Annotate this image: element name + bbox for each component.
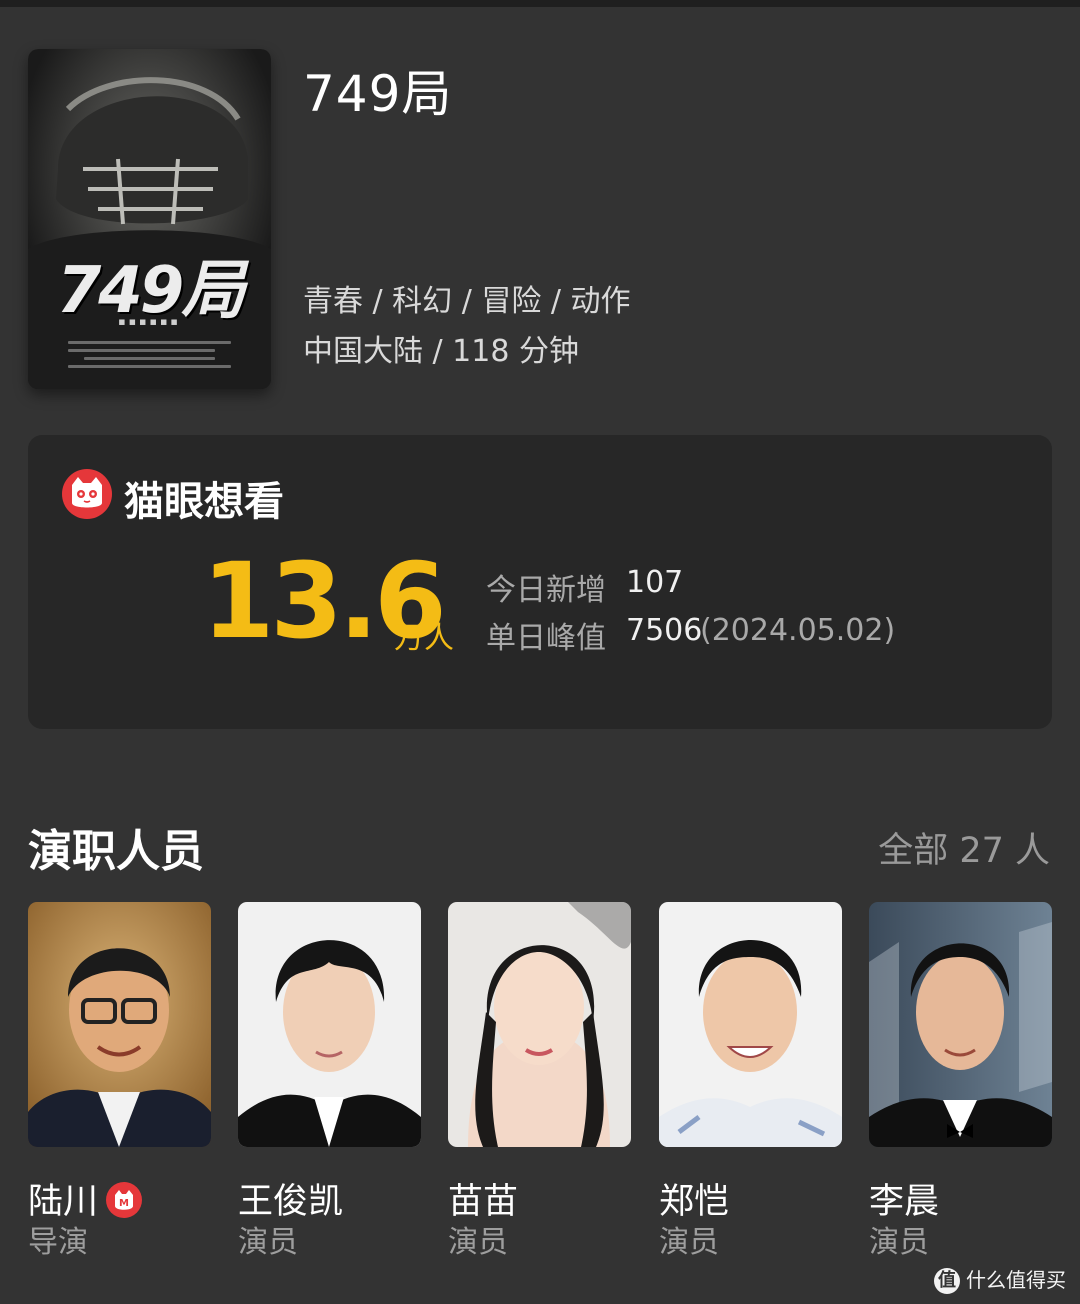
cast-role: 导演 — [28, 1225, 88, 1260]
cast-role: 演员 — [448, 1225, 508, 1260]
watermark-logo-icon: 值 — [934, 1268, 960, 1294]
cast-photo[interactable] — [28, 902, 211, 1147]
cast-photo[interactable] — [659, 902, 842, 1147]
cast-photo[interactable] — [238, 902, 421, 1147]
movie-title: 749局 — [303, 65, 453, 123]
cast-card[interactable]: 陆川 M 导演 — [28, 902, 211, 1261]
daily-peak-label: 单日峰值 — [486, 621, 606, 656]
cast-role: 演员 — [659, 1225, 719, 1260]
cast-name: 王俊凯 — [238, 1182, 344, 1222]
cast-role: 演员 — [869, 1225, 929, 1260]
cast-card[interactable]: 王俊凯 演员 — [238, 902, 421, 1261]
cast-photo[interactable] — [448, 902, 631, 1147]
cast-card[interactable]: 苗苗 演员 — [448, 902, 631, 1261]
cast-name: 郑恺 — [659, 1182, 730, 1222]
daily-peak-value: 7506 — [626, 613, 703, 648]
maoyan-verified-badge-icon: M — [106, 1182, 143, 1218]
maoyan-cat-icon — [62, 469, 112, 519]
svg-text:M: M — [119, 1198, 129, 1209]
movie-poster[interactable]: 749局 ▪▪▪▪▪▪ — [28, 49, 271, 389]
poster-subtitle: ▪▪▪▪▪▪ — [118, 315, 181, 328]
cast-card[interactable]: 李晨 演员 — [869, 902, 1052, 1261]
site-watermark: 值什么值得买 — [934, 1264, 1066, 1294]
cast-view-all-link[interactable]: 全部 27 人 — [878, 822, 1050, 873]
want-to-see-card[interactable]: 猫眼想看 13.6 万人 今日新增 107 单日峰值 7506 (2024.05… — [28, 435, 1052, 729]
cast-section-title: 演职人员 — [28, 826, 204, 877]
cast-card[interactable]: 郑恺 演员 — [659, 902, 842, 1261]
cast-photo[interactable] — [869, 902, 1052, 1147]
today-new-label: 今日新增 — [486, 573, 606, 608]
watermark-text: 什么值得买 — [966, 1267, 1066, 1292]
want-to-see-unit: 万人 — [394, 621, 454, 656]
cast-name: 苗苗 — [448, 1182, 519, 1222]
today-new-value: 107 — [626, 565, 684, 600]
status-bar-edge — [0, 0, 1080, 7]
poster-artwork — [28, 49, 271, 389]
movie-genres: 青春 / 科幻 / 冒险 / 动作 — [303, 284, 631, 319]
daily-peak-date: (2024.05.02) — [700, 613, 896, 648]
cast-name-wrap: 陆川 M — [28, 1173, 211, 1222]
cast-name: 陆川 — [28, 1182, 99, 1222]
want-to-see-title: 猫眼想看 — [124, 479, 284, 525]
movie-region-duration: 中国大陆 / 118 分钟 — [303, 334, 579, 369]
cast-name: 李晨 — [869, 1182, 940, 1222]
poster-credits — [68, 341, 231, 373]
cast-role: 演员 — [238, 1225, 298, 1260]
